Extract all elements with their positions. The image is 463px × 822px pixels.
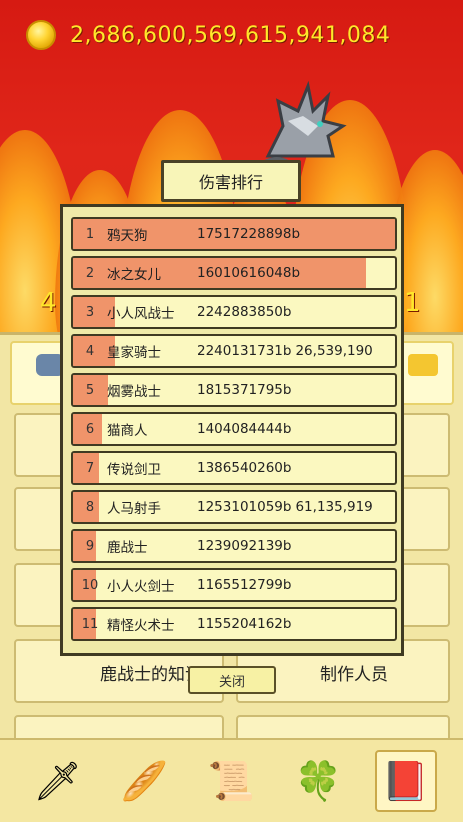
book-icon: 📕 (381, 758, 430, 803)
damage-value: 1165512799b (197, 577, 292, 593)
coin-counter: 2,686,600,569,615,941,084 (26, 18, 390, 52)
coin-value: 2,686,600,569,615,941,084 (70, 22, 391, 48)
credits-label: 制作人员 (320, 665, 388, 685)
damage-value: 1404084444b (197, 421, 292, 437)
hero-name: 小人火剑士 (107, 579, 175, 595)
dialog-title: 伤害排行 (161, 160, 301, 202)
ranking-list[interactable]: 1 鸦天狗 17517228898b 2 冰之女儿 16010616048b 3 小人风战士 2… (71, 217, 397, 651)
rank-number: 1 (85, 226, 95, 242)
tab-scroll[interactable]: 📜 (201, 750, 263, 812)
coin-icon (26, 20, 56, 50)
ranking-row: 5 烟雾战士 1815371795b (71, 373, 397, 407)
damage-value: 1253101059b (197, 499, 292, 515)
overlay-number: 61,135,919 (295, 499, 373, 515)
hero-name: 精怪火术士 (107, 618, 175, 634)
rank-number: 3 (85, 304, 95, 320)
damage-ranking-dialog: 1 鸦天狗 17517228898b 2 冰之女儿 16010616048b 3 小人风战士 2… (60, 204, 404, 656)
rank-number: 6 (85, 421, 95, 437)
ranking-row: 4 皇家骑士 2240131731b 26,539,190 (71, 334, 397, 368)
damage-value: 1386540260b (197, 460, 292, 476)
tab-book[interactable]: 📕 (374, 750, 437, 812)
hero-name: 猫商人 (107, 423, 148, 439)
damage-value: 1155204162b (197, 616, 292, 632)
ranking-row: 10 小人火剑士 1165512799b (71, 568, 397, 602)
ranking-row: 6 猫商人 1404084444b (71, 412, 397, 446)
tab-bread[interactable]: 🥖 (114, 750, 176, 812)
clover-icon: 🍀 (294, 758, 343, 803)
hero-name: 皇家骑士 (107, 345, 161, 361)
sword-icon: 🗡 (33, 758, 82, 803)
hero-name: 鹿战士 (107, 540, 148, 556)
close-button[interactable]: 关闭 (188, 666, 276, 694)
hero-name: 人马射手 (107, 501, 161, 517)
left-counter: 4 (40, 288, 57, 318)
damage-value: 17517228898b (197, 226, 301, 242)
rank-number: 7 (85, 460, 95, 476)
rank-number: 5 (85, 382, 95, 398)
hero-name: 传说剑卫 (107, 462, 161, 478)
cheese-icon (408, 354, 438, 376)
ranking-row: 1 鸦天狗 17517228898b (71, 217, 397, 251)
rank-number: 10 (81, 577, 99, 593)
damage-value: 2242883850b (197, 304, 292, 320)
ranking-row: 3 小人风战士 2242883850b (71, 295, 397, 329)
knowledge-label: 鹿战士的知识 (100, 665, 202, 685)
right-counter: 1 (404, 288, 421, 318)
hero-name: 小人风战士 (107, 306, 175, 322)
tab-clover[interactable]: 🍀 (288, 750, 350, 812)
damage-value: 2240131731b (197, 343, 292, 359)
bottom-tab-bar: 🗡 🥖 📜 🍀 📕 (0, 738, 463, 822)
rank-number: 8 (85, 499, 95, 515)
rank-number: 9 (85, 538, 95, 554)
rank-number: 11 (81, 616, 99, 632)
ranking-row: 11 精怪火术士 1155204162b (71, 607, 397, 641)
ranking-row: 9 鹿战士 1239092139b (71, 529, 397, 563)
scroll-icon: 📜 (207, 758, 256, 803)
damage-value: 1239092139b (197, 538, 292, 554)
ranking-row: 7 传说剑卫 1386540260b (71, 451, 397, 485)
damage-value: 1815371795b (197, 382, 292, 398)
rank-number: 4 (85, 343, 95, 359)
hero-name: 烟雾战士 (107, 384, 161, 400)
ranking-row: 8 人马射手 1253101059b 61,135,919 (71, 490, 397, 524)
hero-name: 冰之女儿 (107, 267, 161, 283)
rank-number: 2 (85, 265, 95, 281)
ranking-row: 2 冰之女儿 16010616048b (71, 256, 397, 290)
damage-value: 16010616048b (197, 265, 301, 281)
hero-name: 鸦天狗 (107, 228, 148, 244)
tab-sword[interactable]: 🗡 (27, 750, 89, 812)
overlay-number: 26,539,190 (295, 343, 373, 359)
bread-icon: 🥖 (120, 758, 169, 803)
